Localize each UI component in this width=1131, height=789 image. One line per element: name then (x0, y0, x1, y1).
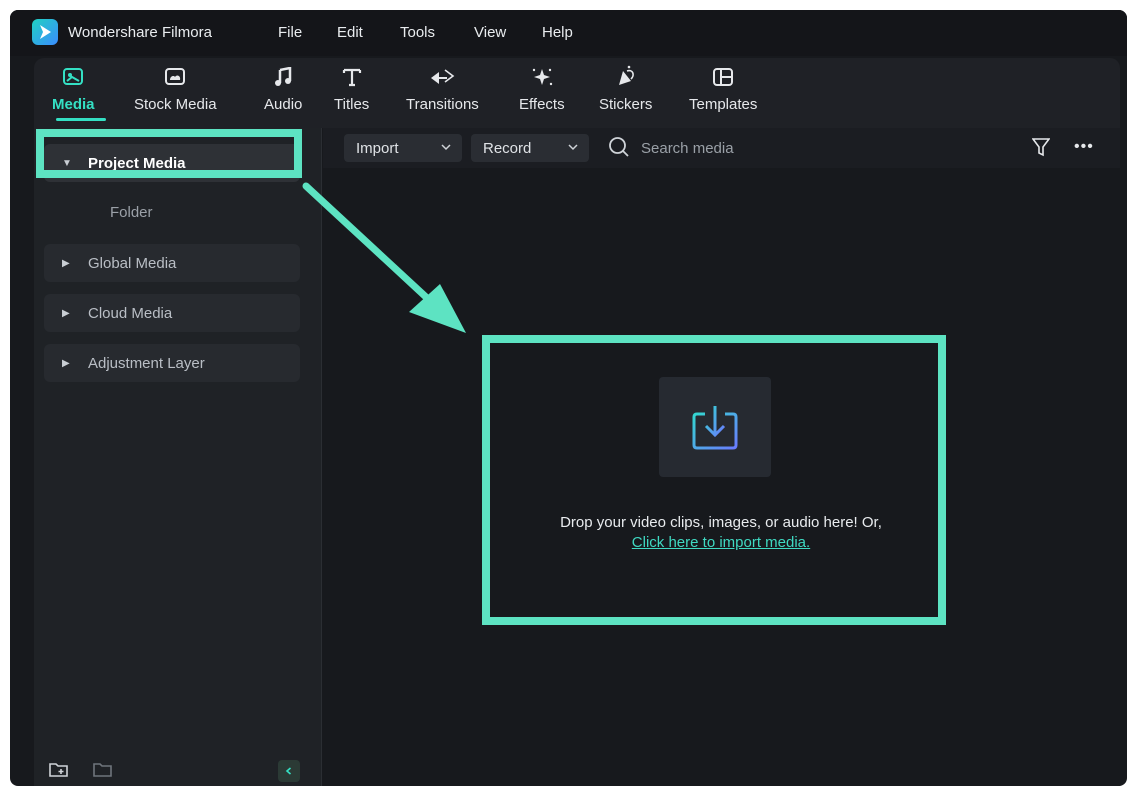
annotation-arrow (302, 182, 466, 333)
